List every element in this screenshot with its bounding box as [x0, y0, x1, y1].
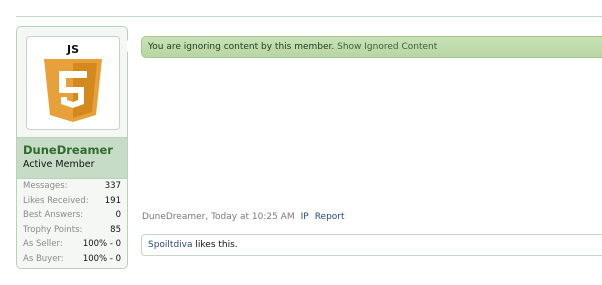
avatar[interactable]: JS [26, 36, 120, 130]
stat-label: As Buyer: [23, 253, 64, 264]
stat-label: Messages: [23, 181, 68, 191]
stat-label: Trophy Points: [23, 224, 83, 235]
post-author-time[interactable]: DuneDreamer, Today at 10:25 AM [142, 212, 295, 222]
top-divider [16, 16, 602, 17]
stat-row-messages: Messages: 337 [17, 179, 127, 194]
stat-row-as-buyer: As Buyer: 100% - 0 [17, 252, 127, 267]
stat-label: Likes Received: [23, 195, 89, 206]
user-stats: Messages: 337 Likes Received: 191 Best A… [17, 179, 127, 267]
post-meta: DuneDreamer, Today at 10:25 AM IP Report [142, 212, 345, 222]
stat-value[interactable]: 85 [110, 225, 121, 235]
report-link[interactable]: Report [315, 212, 345, 222]
js5-shield-icon: JS [44, 43, 102, 122]
show-ignored-content-link[interactable]: Show Ignored Content [337, 42, 437, 52]
username-link[interactable]: DuneDreamer [23, 143, 113, 157]
stat-value: 0 [115, 210, 121, 221]
card-pointer-arrow [127, 40, 133, 52]
user-title: Active Member [23, 159, 95, 170]
ignored-content-notice: You are ignoring content by this member.… [141, 36, 602, 58]
stat-row-best-answers: Best Answers: 0 [17, 208, 127, 223]
ip-link[interactable]: IP [301, 212, 309, 222]
likes-text-wrap: Spoiltdiva likes this. [148, 240, 238, 250]
stat-label: Best Answers: [23, 210, 84, 221]
stat-value[interactable]: 100% - 0 [83, 239, 121, 249]
user-name-block: DuneDreamer Active Member [17, 137, 127, 179]
stat-label: As Seller: [23, 239, 63, 250]
likes-summary: Spoiltdiva likes this. [141, 234, 602, 256]
stat-value[interactable]: 337 [105, 181, 121, 191]
ignored-notice-text: You are ignoring content by this member. [148, 42, 335, 52]
avatar-logo-text: JS [66, 43, 79, 56]
stat-row-trophy-points: Trophy Points: 85 [17, 223, 127, 238]
stat-row-as-seller: As Seller: 100% - 0 [17, 237, 127, 252]
stat-value: 191 [104, 195, 121, 206]
liker-username-link[interactable]: Spoiltdiva [148, 240, 193, 250]
stat-value[interactable]: 100% - 0 [83, 254, 121, 264]
user-info-card: JS DuneDreamer Active Member Messages: 3… [16, 26, 128, 269]
stat-row-likes-received: Likes Received: 191 [17, 194, 127, 209]
ignored-notice-text-wrap: You are ignoring content by this member.… [148, 42, 437, 52]
likes-suffix: likes this. [195, 240, 238, 250]
